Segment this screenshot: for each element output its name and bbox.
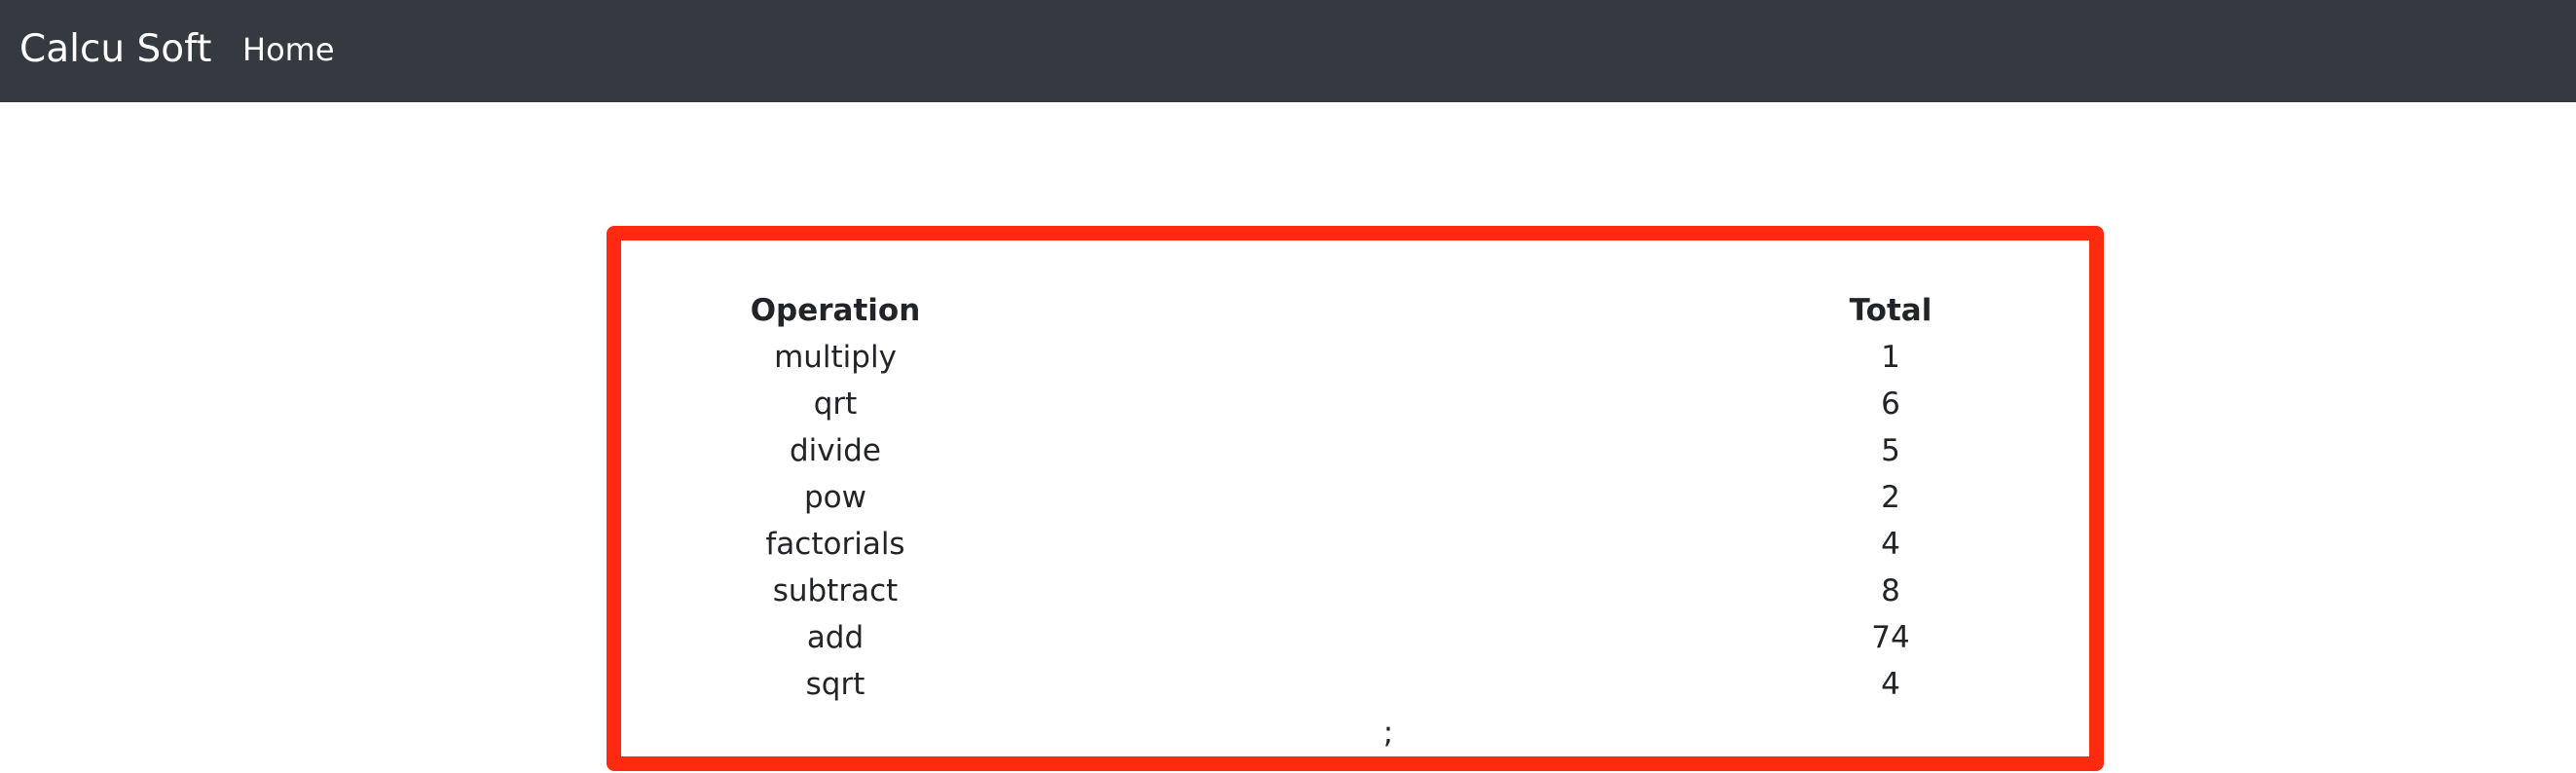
table-row: divide 5 — [641, 427, 1988, 474]
operation-cell: multiply — [774, 340, 897, 375]
navbar: Calcu Soft Home — [0, 0, 2576, 102]
operation-cell: sqrt — [805, 667, 865, 702]
operation-cell: qrt — [813, 386, 858, 422]
operation-cell: subtract — [772, 573, 899, 608]
spacer-cell — [1030, 381, 1793, 427]
table-row: qrt 6 — [641, 381, 1988, 427]
table-row: factorials 4 — [641, 521, 1988, 568]
total-cell: 8 — [1881, 573, 1900, 608]
spacer-cell — [1030, 521, 1793, 568]
trailing-semicolon: ; — [1382, 716, 1394, 751]
operation-cell: add — [806, 620, 865, 655]
spacer-cell — [1030, 614, 1793, 661]
spacer-cell — [1030, 427, 1793, 474]
spacer-cell — [1030, 474, 1793, 521]
spacer-cell — [1030, 334, 1793, 381]
table-row: pow 2 — [641, 474, 1988, 521]
brand-link[interactable]: Calcu Soft — [19, 0, 211, 102]
column-header-operation: Operation — [750, 293, 921, 328]
operation-cell: pow — [804, 480, 866, 515]
operation-cell: divide — [790, 433, 881, 468]
table-header-row: Operation Total — [641, 287, 1988, 334]
table-row: add 74 — [641, 614, 1988, 661]
column-header-total: Total — [1849, 293, 1932, 328]
spacer-cell — [1030, 568, 1793, 614]
total-cell: 4 — [1881, 667, 1900, 702]
table-row: multiply 1 — [641, 334, 1988, 381]
total-cell: 1 — [1881, 340, 1900, 375]
column-spacer — [1030, 287, 1793, 334]
table-row: sqrt 4 — [641, 661, 1988, 708]
table-row: subtract 8 — [641, 568, 1988, 614]
spacer-cell — [1030, 661, 1793, 708]
total-cell: 2 — [1881, 480, 1900, 515]
operations-table: Operation Total multiply 1 qrt 6 divide … — [641, 287, 1988, 708]
total-cell: 74 — [1871, 620, 1910, 655]
total-cell: 5 — [1881, 433, 1900, 468]
nav-link-home[interactable]: Home — [242, 0, 335, 102]
total-cell: 4 — [1881, 527, 1900, 562]
total-cell: 6 — [1881, 386, 1900, 422]
operation-cell: factorials — [765, 527, 905, 562]
